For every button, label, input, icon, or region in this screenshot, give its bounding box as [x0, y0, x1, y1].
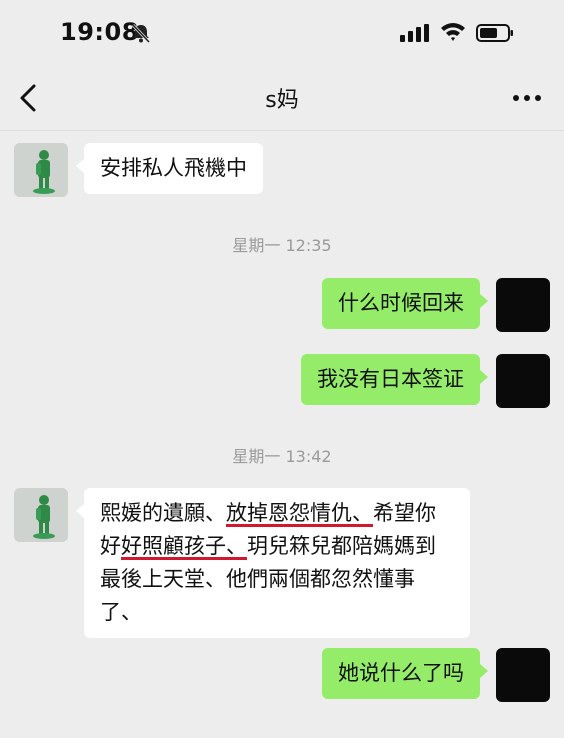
message-text: 希望你: [373, 501, 436, 525]
header-divider: [0, 130, 564, 131]
cellular-signal-icon: [400, 24, 429, 42]
message-timestamp: 星期一 12:35: [232, 236, 332, 255]
status-bar: 19:08: [0, 0, 564, 70]
received-message-bubble[interactable]: 熙媛的遺願、放掉恩怨情仇、希望你 好好照顧孩子、玥兒箖兒都陪媽媽到 最後上天堂、…: [76, 488, 470, 638]
received-message-bubble[interactable]: 安排私人飛機中: [76, 143, 263, 194]
message-text: 我没有日本签证: [317, 367, 464, 391]
wifi-icon: [441, 23, 465, 41]
bell-muted-icon: [131, 23, 151, 44]
message-line: 了、: [100, 600, 142, 624]
message-text: 玥兒箖兒都陪媽媽到: [247, 534, 436, 558]
message-line: 好好照顧孩子、玥兒箖兒都陪媽媽到: [100, 530, 454, 563]
more-options-icon[interactable]: [510, 84, 544, 112]
message-line: 熙媛的遺願、放掉恩怨情仇、希望你: [100, 497, 454, 530]
sent-message-bubble[interactable]: 我没有日本签证: [301, 354, 488, 405]
message-text: 熙媛的遺願、: [100, 501, 226, 525]
message-text: 好: [100, 534, 121, 558]
message-text: 她说什么了吗: [338, 661, 464, 685]
status-time: 19:08: [60, 18, 139, 46]
my-avatar[interactable]: [496, 278, 550, 332]
battery-icon: [476, 24, 513, 42]
message-line: 最後上天堂、他們兩個都忽然懂事: [100, 567, 415, 591]
contact-avatar[interactable]: [14, 488, 68, 542]
green-figure-icon: [14, 488, 68, 542]
underlined-text: 好照顧孩子、: [121, 534, 247, 558]
green-figure-icon: [14, 143, 68, 197]
sent-message-bubble[interactable]: 她说什么了吗: [322, 648, 488, 699]
chat-header: s妈: [0, 70, 564, 126]
message-text: 什么时候回来: [338, 291, 464, 315]
sent-message-bubble[interactable]: 什么时候回来: [322, 278, 488, 329]
message-text: 安排私人飛機中: [100, 156, 247, 180]
my-avatar[interactable]: [496, 648, 550, 702]
contact-avatar[interactable]: [14, 143, 68, 197]
chat-title: s妈: [265, 88, 299, 113]
my-avatar[interactable]: [496, 354, 550, 408]
underlined-text: 放掉恩怨情仇、: [226, 501, 373, 525]
message-timestamp: 星期一 13:42: [232, 447, 332, 466]
